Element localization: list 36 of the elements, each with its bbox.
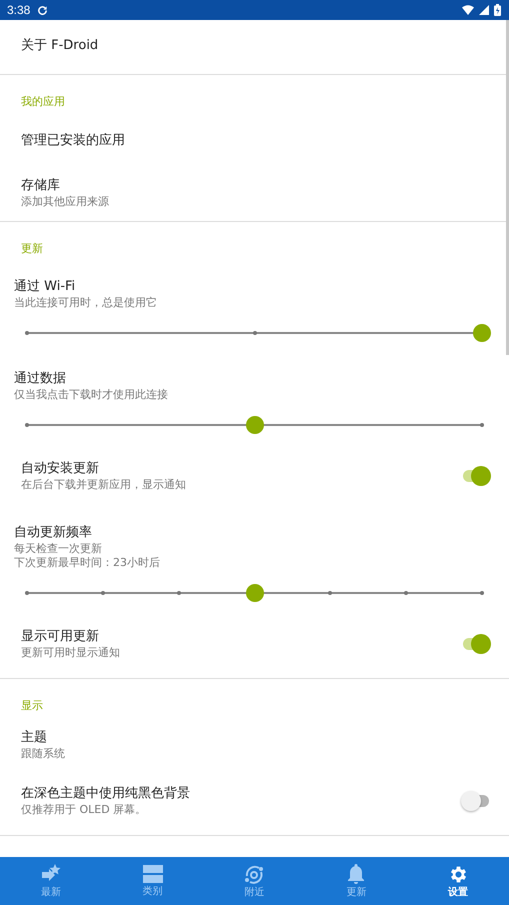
setting-summary: 跟随系统	[21, 747, 66, 761]
setting-summary: 当此连接可用时，总是使用它	[14, 296, 158, 310]
toggle-switch[interactable]	[461, 466, 491, 486]
setting-title: 通过数据	[14, 370, 67, 388]
setting-title: 通过 Wi-Fi	[14, 278, 76, 296]
setting-title[interactable]: 存储库	[21, 177, 488, 195]
setting-summary: 仅当我点击下载时才使用此连接	[14, 388, 169, 402]
toggle-switch[interactable]	[461, 791, 491, 811]
toggle-switch[interactable]	[461, 634, 491, 654]
setting-summary: 在后台下载并更新应用，显示通知	[21, 478, 186, 492]
setting-title[interactable]: 主题	[21, 729, 488, 747]
setting-summary: 更新可用时显示通知	[21, 646, 120, 660]
setting-summary: 仅推荐用于 OLED 屏幕。	[21, 803, 148, 817]
nearby-icon	[243, 863, 266, 885]
setting-title[interactable]: 关于 F-Droid	[21, 37, 488, 55]
sync-icon	[37, 4, 48, 16]
setting-summary: 每天检查一次更新	[14, 542, 103, 556]
setting-summary: 添加其他应用来源	[21, 195, 110, 209]
bell-icon	[347, 863, 366, 885]
section-header: 更新	[20, 241, 44, 257]
battery-icon	[494, 4, 501, 16]
setting-title: 自动安装更新	[21, 460, 100, 478]
setting-title: 自动更新频率	[14, 524, 93, 542]
setting-title[interactable]: 管理已安装的应用	[21, 132, 488, 150]
slider-thumb[interactable]	[246, 416, 264, 434]
setting-title: 显示可用更新	[21, 628, 100, 646]
setting-summary: 下次更新最早时间：23小时后	[14, 556, 161, 570]
setting-title: 在深色主题中使用纯黑色背景	[21, 785, 190, 803]
slider-thumb[interactable]	[246, 584, 264, 602]
slider-thumb[interactable]	[473, 324, 491, 342]
wifi-icon	[462, 5, 474, 15]
section-header: 显示	[20, 698, 44, 714]
section-header: 我的应用	[20, 94, 66, 110]
categories-icon	[142, 864, 163, 884]
signal-icon	[479, 5, 489, 15]
clock-time: 3:38	[7, 3, 30, 17]
